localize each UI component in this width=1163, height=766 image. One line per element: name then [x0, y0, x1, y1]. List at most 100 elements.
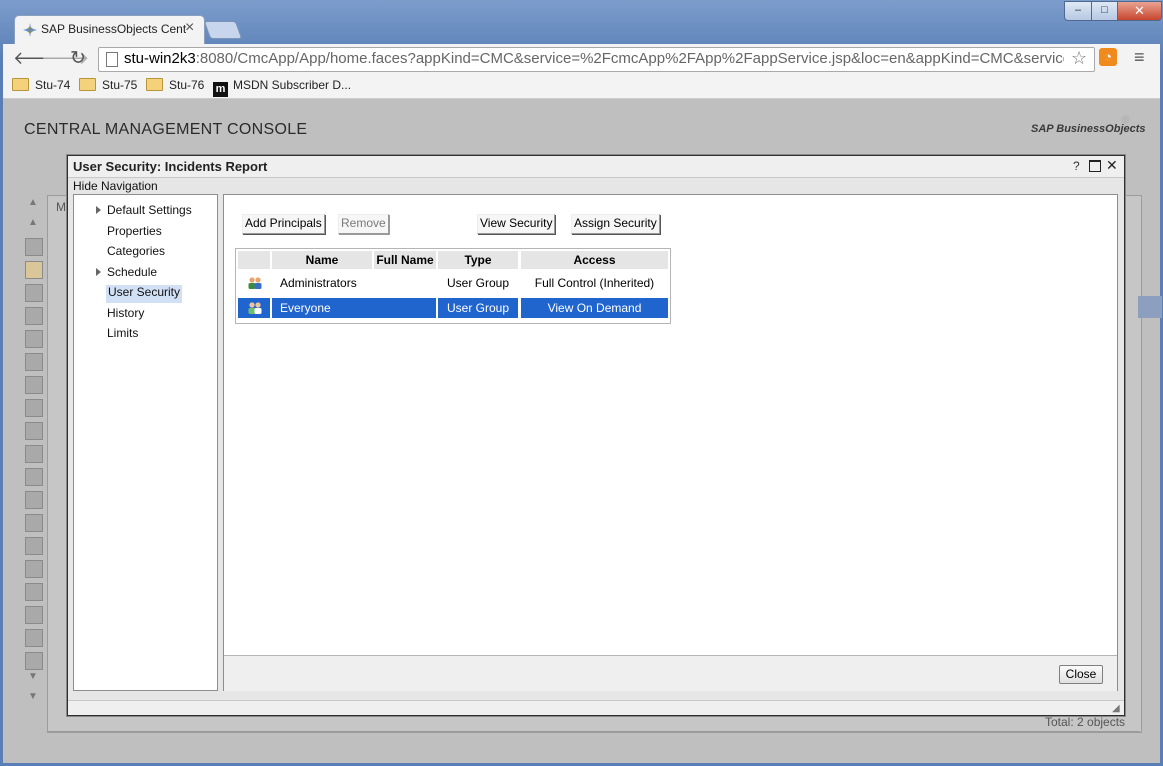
rail-icon[interactable]: [25, 537, 43, 555]
total-objects-label: Total: 2 objects: [1045, 715, 1126, 729]
rail-icon[interactable]: [25, 284, 43, 302]
folder-icon: [146, 78, 163, 91]
row-icon-cell: [238, 273, 270, 293]
add-principals-button[interactable]: Add Principals: [242, 214, 325, 234]
cell-access: Full Control (Inherited): [534, 276, 655, 290]
page-title: CENTRAL MANAGEMENT CONSOLE: [24, 121, 308, 138]
bookmark-stu-74[interactable]: Stu-74: [12, 78, 70, 94]
nav-categories[interactable]: Categories: [107, 244, 165, 262]
rail-icon[interactable]: [25, 560, 43, 578]
rail-scroll-up-icon[interactable]: ▲: [28, 217, 38, 228]
rail-icon[interactable]: [25, 307, 43, 325]
table-row-selected[interactable]: Everyone User Group View On Demand: [236, 296, 670, 320]
cell-name: Everyone: [272, 298, 376, 318]
folder-icon: [79, 78, 96, 91]
rail-icon[interactable]: [25, 491, 43, 509]
bookmark-stu-76[interactable]: Stu-76: [146, 78, 204, 94]
row-icon-cell: [238, 298, 270, 318]
column-header-full-name[interactable]: Full Name: [374, 251, 436, 269]
bookmark-msdn[interactable]: m MSDN Subscriber D...: [213, 78, 351, 97]
rail-icon[interactable]: [25, 238, 43, 256]
rail-icon[interactable]: [25, 514, 43, 532]
folder-icon[interactable]: [25, 261, 43, 279]
column-header-name[interactable]: Name: [272, 251, 372, 269]
folder-icon: [12, 78, 29, 91]
address-bar[interactable]: stu-win2k3:8080/CmcApp/App/home.faces?ap…: [98, 47, 1095, 72]
window-minimize-button[interactable]: –: [1064, 1, 1092, 21]
window-close-button[interactable]: ✕: [1117, 1, 1162, 21]
expand-arrow-icon[interactable]: [96, 206, 101, 214]
view-security-button[interactable]: View Security: [477, 214, 556, 234]
browser-toolbar: 🡐 🡒 ↻ stu-win2k3:8080/CmcApp/App/home.fa…: [3, 44, 1160, 74]
rail-icon[interactable]: [25, 353, 43, 371]
browser-tab[interactable]: SAP BusinessObjects Cent ×: [14, 15, 205, 45]
tab-title: SAP BusinessObjects Cent: [41, 22, 186, 36]
rail-icon[interactable]: [25, 399, 43, 417]
url-host: stu-win2k3: [124, 50, 196, 67]
navigation-pane: Default Settings Properties Categories S…: [73, 194, 218, 691]
left-rail: ▲ ▲ ▼ ▼: [21, 195, 47, 707]
rss-icon[interactable]: ◔: [1099, 48, 1117, 66]
remove-button[interactable]: Remove: [338, 214, 389, 234]
cell-type: User Group: [446, 276, 510, 290]
browser-window: SAP BusinessObjects Cent × – □ ✕ 🡐 🡒 ↻ s…: [0, 0, 1163, 766]
reload-icon[interactable]: ↻: [70, 47, 86, 70]
new-tab-button[interactable]: [203, 21, 243, 39]
column-header-icon: [238, 251, 270, 269]
dialog-titlebar[interactable]: User Security: Incidents Report ? ✕: [68, 156, 1124, 178]
cell-name: Administrators: [280, 276, 357, 290]
assign-security-button[interactable]: Assign Security: [571, 214, 660, 234]
rail-icon[interactable]: [25, 468, 43, 486]
cell-access: View On Demand: [521, 298, 668, 318]
rail-icon[interactable]: [25, 629, 43, 647]
nav-limits[interactable]: Limits: [107, 326, 138, 344]
help-icon[interactable]: ?: [1073, 159, 1080, 173]
maximize-icon[interactable]: [1089, 160, 1101, 172]
sap-favicon-icon: [23, 23, 37, 37]
rail-icon[interactable]: [25, 422, 43, 440]
dialog-footer: Close: [224, 655, 1117, 691]
dialog-bottom-bar: ◢: [68, 700, 1124, 715]
sap-logo: SAP BusinessObjects: [1031, 123, 1146, 135]
nav-default-settings[interactable]: Default Settings: [107, 203, 192, 221]
cell-full-name: [374, 273, 436, 293]
nav-user-security[interactable]: User Security: [106, 285, 183, 303]
background-selected-row: [1138, 296, 1162, 318]
url-path: :8080/CmcApp/App/home.faces?appKind=CMC&…: [195, 50, 1064, 67]
nav-history[interactable]: History: [107, 306, 144, 324]
cell-type: User Group: [438, 298, 518, 318]
user-group-icon: [248, 302, 262, 314]
hide-navigation-link[interactable]: Hide Navigation: [73, 179, 158, 193]
expand-arrow-icon[interactable]: [96, 268, 101, 276]
menu-icon[interactable]: ≡: [1134, 47, 1145, 68]
principals-table: Name Full Name Type Access Administrator…: [235, 248, 671, 324]
bookmark-stu-75[interactable]: Stu-75: [79, 78, 137, 94]
rail-icon[interactable]: [25, 376, 43, 394]
rail-icon[interactable]: [25, 583, 43, 601]
close-button[interactable]: Close: [1059, 665, 1103, 684]
rail-icon[interactable]: [25, 330, 43, 348]
background-header-text: M: [56, 200, 66, 214]
rail-scroll-down-icon[interactable]: ▼: [28, 691, 38, 702]
user-security-dialog: User Security: Incidents Report ? ✕ Hide…: [67, 155, 1125, 716]
tab-close-icon[interactable]: ×: [185, 19, 194, 37]
column-header-access[interactable]: Access: [521, 251, 668, 269]
bookmark-star-icon[interactable]: ☆: [1071, 48, 1087, 69]
dialog-title: User Security: Incidents Report: [73, 159, 268, 174]
url-text[interactable]: stu-win2k3:8080/CmcApp/App/home.faces?ap…: [124, 50, 1064, 67]
rail-icon[interactable]: [25, 606, 43, 624]
nav-schedule[interactable]: Schedule: [107, 265, 157, 283]
rail-icon[interactable]: [25, 652, 43, 670]
resize-grip-icon[interactable]: ◢: [1112, 703, 1120, 714]
close-icon[interactable]: ✕: [1106, 157, 1118, 174]
column-header-type[interactable]: Type: [438, 251, 518, 269]
rail-icon[interactable]: [25, 445, 43, 463]
rail-scroll-down-icon[interactable]: ▼: [28, 671, 38, 682]
nav-properties[interactable]: Properties: [107, 224, 162, 242]
divider: [47, 731, 1140, 732]
user-group-icon: [248, 277, 262, 289]
window-maximize-button[interactable]: □: [1091, 1, 1118, 21]
rail-scroll-up-icon[interactable]: ▲: [28, 197, 38, 208]
table-row[interactable]: Administrators User Group Full Control (…: [236, 271, 670, 295]
cell-full-name: [374, 298, 436, 318]
